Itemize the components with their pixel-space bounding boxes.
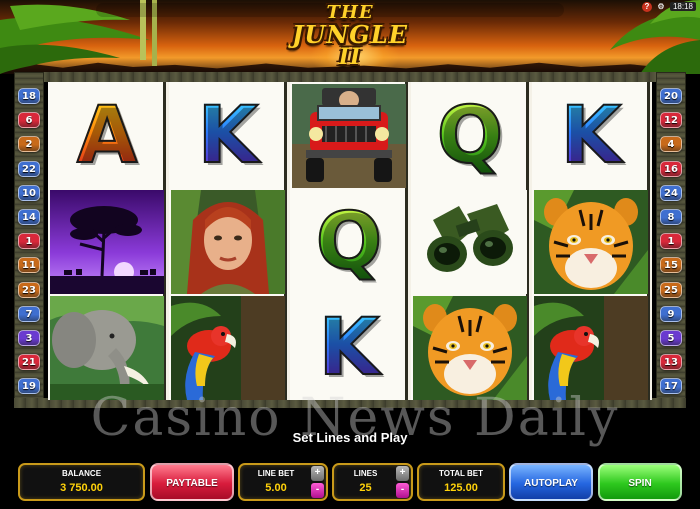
symbol-tiger — [413, 296, 527, 400]
total-bet-panel: TOTAL BET 125.00 — [417, 463, 505, 501]
lines-value: 25 — [359, 482, 372, 494]
symbol-letter-k: K — [197, 91, 259, 181]
payline-badge[interactable]: 11 — [18, 257, 40, 273]
reel-2: K — [169, 82, 287, 400]
reel-cell: K — [534, 84, 648, 188]
status-message: Set Lines and Play — [292, 430, 408, 445]
reel-5: K — [532, 82, 650, 400]
line-bet-label: LINE BET — [257, 469, 295, 478]
reel-cell: K — [292, 296, 406, 400]
payline-badge[interactable]: 12 — [660, 112, 682, 128]
autoplay-button[interactable]: AUTOPLAY — [509, 463, 593, 501]
game-logo: THE JUNGLE II — [288, 4, 412, 74]
payline-badge[interactable]: 6 — [18, 112, 40, 128]
payline-badge[interactable]: 7 — [18, 306, 40, 322]
payline-badge[interactable]: 8 — [660, 209, 682, 225]
symbol-binoculars — [413, 190, 527, 294]
payline-badge[interactable]: 1 — [660, 233, 682, 249]
line-bet-value: 5.00 — [265, 482, 287, 494]
payline-badge[interactable]: 3 — [18, 330, 40, 346]
symbol-jeep-explorer — [292, 84, 406, 188]
symbol-letter-k: K — [560, 91, 622, 181]
title-banner: THE JUNGLE II ? ⚙ 18:18 — [0, 0, 700, 74]
total-bet-label: TOTAL BET — [439, 469, 483, 478]
payline-badge[interactable]: 15 — [660, 257, 682, 273]
symbol-letter-k: K — [318, 303, 380, 393]
payline-badge[interactable]: 25 — [660, 282, 682, 298]
lines-increase-button[interactable]: + — [396, 466, 409, 481]
lines-label: LINES — [353, 469, 378, 478]
spin-button[interactable]: SPIN — [598, 463, 682, 501]
lines-panel: LINES 25 + - — [332, 463, 413, 501]
symbol-savanna-sunset — [50, 190, 164, 294]
help-icon[interactable]: ? — [641, 1, 652, 12]
clock-text: 18:18 — [669, 2, 696, 11]
symbol-macaw-parrot — [171, 296, 285, 400]
reel-3: QK — [290, 82, 408, 400]
payline-badge[interactable]: 17 — [660, 378, 682, 394]
payline-badge[interactable]: 22 — [18, 161, 40, 177]
reel-cell: A — [50, 84, 164, 188]
payline-badge[interactable]: 24 — [660, 185, 682, 201]
balance-value: 3 750.00 — [60, 482, 103, 494]
symbol-tiger — [534, 190, 648, 294]
balance-panel: BALANCE 3 750.00 — [18, 463, 145, 501]
payline-badge[interactable]: 16 — [660, 161, 682, 177]
reel-cell: Q — [292, 190, 406, 294]
payline-badge[interactable]: 19 — [18, 378, 40, 394]
payline-badge[interactable]: 14 — [18, 209, 40, 225]
lines-decrease-button[interactable]: - — [396, 483, 409, 498]
total-bet-value: 125.00 — [444, 482, 478, 494]
payline-badge[interactable]: 23 — [18, 282, 40, 298]
reel-grid: A K Q K Q K — [48, 82, 652, 400]
logo-line-3: II — [338, 44, 362, 70]
symbol-elephant — [50, 296, 164, 400]
reel-cell: K — [171, 84, 285, 188]
reel-cell: Q — [413, 84, 527, 188]
symbol-letter-a: A — [76, 91, 138, 181]
paytable-button[interactable]: PAYTABLE — [150, 463, 234, 501]
reel-1: A — [48, 82, 166, 400]
line-bet-panel: LINE BET 5.00 + - — [238, 463, 328, 501]
gear-icon[interactable]: ⚙ — [656, 2, 666, 12]
payline-badge[interactable]: 9 — [660, 306, 682, 322]
payline-badge[interactable]: 5 — [660, 330, 682, 346]
line-bet-decrease-button[interactable]: - — [311, 483, 324, 498]
line-bet-increase-button[interactable]: + — [311, 466, 324, 481]
payline-badge[interactable]: 21 — [18, 354, 40, 370]
symbol-letter-q: Q — [436, 91, 504, 181]
system-status: ? ⚙ 18:18 — [641, 0, 696, 13]
payline-badge[interactable]: 20 — [660, 88, 682, 104]
payline-badge[interactable]: 10 — [18, 185, 40, 201]
payline-badge[interactable]: 13 — [660, 354, 682, 370]
symbol-letter-q: Q — [315, 197, 383, 287]
reel-4: Q — [411, 82, 529, 400]
reel-frame-top — [14, 72, 686, 82]
symbol-macaw-parrot — [534, 296, 648, 400]
payline-badge[interactable]: 2 — [18, 136, 40, 152]
payline-badge[interactable]: 4 — [660, 136, 682, 152]
balance-label: BALANCE — [61, 469, 102, 478]
payline-badge[interactable]: 18 — [18, 88, 40, 104]
symbol-jungle-woman — [171, 190, 285, 294]
payline-badge[interactable]: 1 — [18, 233, 40, 249]
